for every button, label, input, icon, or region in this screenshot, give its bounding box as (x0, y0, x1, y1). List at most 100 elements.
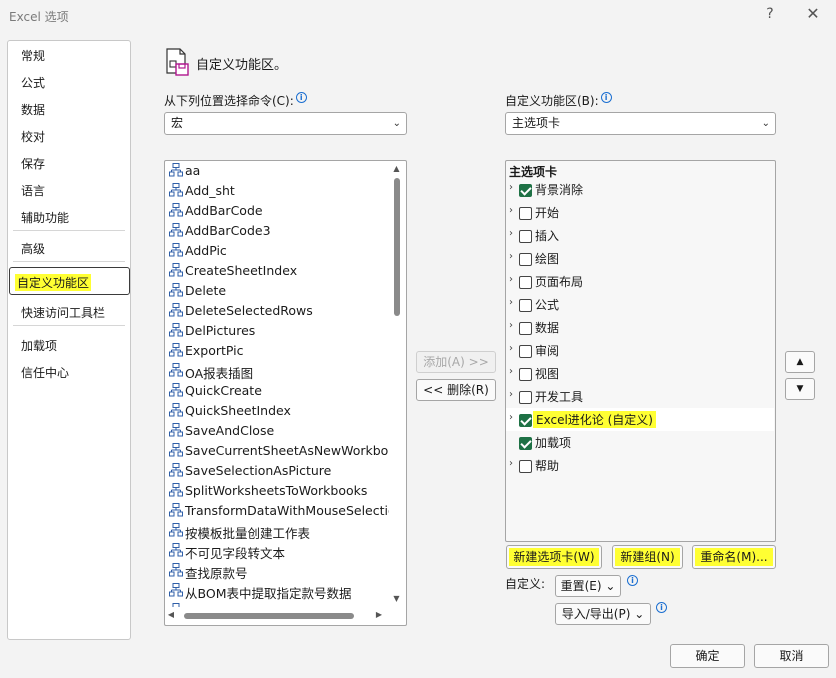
tab-checkbox[interactable] (519, 414, 532, 427)
section-title: 自定义功能区。 (196, 58, 288, 73)
tab-checkbox[interactable] (519, 230, 532, 243)
reset-button[interactable]: 重置(E) ⌄ (555, 575, 621, 597)
scroll-left-arrow-icon[interactable]: ◀ (165, 610, 177, 619)
ribbon-tabs-tree[interactable]: 主选项卡 › 背景消除 › 开始 › 插入 › 绘图 › 页面布局 › 公式 › 数据 › 审阅 › 视图 › 开发工… (505, 160, 776, 542)
command-label: TransformDataWithMouseSelection (185, 503, 389, 518)
tab-checkbox[interactable] (519, 276, 532, 289)
cancel-button[interactable]: 取消 (754, 644, 829, 668)
ribbon-tab-item[interactable]: › 开发工具 (506, 385, 774, 408)
nav-item-general[interactable]: 常规 (21, 47, 45, 64)
tab-checkbox[interactable] (519, 391, 532, 404)
move-down-button[interactable]: ▼ (785, 378, 815, 400)
expand-chevron-icon[interactable]: › (509, 366, 513, 377)
expand-chevron-icon[interactable]: › (509, 228, 513, 239)
scrollbar-thumb[interactable] (184, 613, 354, 619)
ribbon-tab-item[interactable]: › 页面布局 (506, 270, 774, 293)
commands-vertical-scrollbar[interactable]: ▲ ▼ (388, 162, 405, 604)
command-label: DeleteSelectedRows (185, 303, 313, 318)
new-group-button-label: 新建组(N) (615, 548, 680, 566)
command-label: ExportPic (185, 343, 244, 358)
scrollbar-thumb[interactable] (394, 178, 400, 316)
tab-checkbox[interactable] (519, 299, 532, 312)
nav-item-trust-center[interactable]: 信任中心 (21, 364, 69, 381)
ribbon-tab-item[interactable]: › 绘图 (506, 247, 774, 270)
customize-ribbon-icon (164, 48, 190, 76)
ribbon-tab-item[interactable]: › 审阅 (506, 339, 774, 362)
tab-checkbox[interactable] (519, 184, 532, 197)
new-tab-button-label: 新建选项卡(W) (509, 548, 599, 566)
scroll-down-arrow-icon[interactable]: ▼ (388, 594, 405, 603)
add-button[interactable]: 添加(A) >> (416, 351, 496, 373)
customize-ribbon-value: 主选项卡 (512, 116, 561, 130)
commands-horizontal-scrollbar[interactable]: ◀ ▶ (165, 607, 387, 623)
nav-item-quick-access-toolbar[interactable]: 快速访问工具栏 (21, 304, 105, 321)
command-label: 查找原款号 (185, 566, 248, 581)
tab-checkbox[interactable] (519, 345, 532, 358)
new-group-button[interactable]: 新建组(N) (612, 545, 683, 569)
tab-checkbox[interactable] (519, 207, 532, 220)
ribbon-tab-item[interactable]: › 插入 (506, 224, 774, 247)
tab-checkbox[interactable] (519, 437, 532, 450)
info-icon[interactable]: i (627, 575, 638, 586)
nav-item-advanced[interactable]: 高级 (21, 240, 45, 257)
choose-commands-dropdown[interactable]: 宏 ⌄ (164, 112, 407, 135)
tab-label: 插入 (535, 229, 560, 243)
info-icon[interactable]: i (600, 92, 612, 103)
nav-item-save[interactable]: 保存 (21, 155, 45, 172)
scroll-right-arrow-icon[interactable]: ▶ (373, 610, 385, 619)
ribbon-tab-item[interactable]: › 开始 (506, 201, 774, 224)
remove-button[interactable]: << 删除(R) (416, 379, 496, 401)
ribbon-tab-item[interactable]: 加载项 (506, 431, 774, 454)
command-label: AddBarCode3 (185, 223, 271, 238)
command-label: SplitWorksheetsToWorkbooks (185, 483, 368, 498)
ribbon-tab-item[interactable]: › 视图 (506, 362, 774, 385)
customize-ribbon-label: 自定义功能区(B): i (505, 92, 612, 109)
nav-item-customize-ribbon[interactable]: 自定义功能区 (9, 267, 130, 295)
expand-chevron-icon[interactable]: › (509, 297, 513, 308)
command-label: 从BOM表中提取指定款号数据 (185, 586, 352, 601)
command-label: aa (185, 163, 201, 178)
nav-item-language[interactable]: 语言 (21, 182, 45, 199)
customize-ribbon-dropdown[interactable]: 主选项卡 ⌄ (505, 112, 776, 135)
ok-button[interactable]: 确定 (670, 644, 745, 668)
ribbon-tab-item[interactable]: › 背景消除 (506, 178, 774, 201)
expand-chevron-icon[interactable]: › (509, 182, 513, 193)
nav-item-formulas[interactable]: 公式 (21, 74, 45, 91)
import-export-button[interactable]: 导入/导出(P) ⌄ (555, 603, 651, 625)
move-up-button[interactable]: ▲ (785, 351, 815, 373)
expand-chevron-icon[interactable]: › (509, 205, 513, 216)
info-icon[interactable]: i (295, 92, 307, 103)
ribbon-tab-item[interactable]: › 公式 (506, 293, 774, 316)
nav-item-data[interactable]: 数据 (21, 101, 45, 118)
close-button[interactable]: ✕ (802, 4, 824, 26)
expand-chevron-icon[interactable]: › (509, 458, 513, 469)
choose-commands-label-text: 从下列位置选择命令(C): (164, 94, 294, 108)
tab-checkbox[interactable] (519, 460, 532, 473)
expand-chevron-icon[interactable]: › (509, 389, 513, 400)
nav-item-proofing[interactable]: 校对 (21, 128, 45, 145)
expand-chevron-icon[interactable]: › (509, 412, 513, 423)
ribbon-tab-item[interactable]: › 帮助 (506, 454, 774, 477)
command-label: AddBarCode (185, 203, 263, 218)
ribbon-tab-item[interactable]: › 数据 (506, 316, 774, 339)
tab-checkbox[interactable] (519, 322, 532, 335)
new-tab-button[interactable]: 新建选项卡(W) (506, 545, 602, 569)
expand-chevron-icon[interactable]: › (509, 274, 513, 285)
ribbon-tab-item[interactable]: › Excel进化论 (自定义) (506, 408, 774, 431)
nav-item-addins[interactable]: 加载项 (21, 337, 57, 354)
rename-button-label: 重命名(M)... (695, 548, 773, 566)
tab-checkbox[interactable] (519, 368, 532, 381)
nav-item-accessibility[interactable]: 辅助功能 (21, 209, 69, 226)
help-button[interactable]: ? (760, 6, 780, 26)
command-label: AddPic (185, 243, 227, 258)
info-icon[interactable]: i (656, 602, 667, 613)
choose-commands-label: 从下列位置选择命令(C): i (164, 92, 307, 109)
tab-label: 开发工具 (535, 390, 584, 404)
tab-checkbox[interactable] (519, 253, 532, 266)
scroll-up-arrow-icon[interactable]: ▲ (388, 164, 405, 173)
rename-button[interactable]: 重命名(M)... (692, 545, 776, 569)
expand-chevron-icon[interactable]: › (509, 343, 513, 354)
commands-list[interactable]: aa Add_sht AddBarCode AddBarCode3 AddPic Crea… (164, 160, 407, 626)
expand-chevron-icon[interactable]: › (509, 320, 513, 331)
expand-chevron-icon[interactable]: › (509, 251, 513, 262)
